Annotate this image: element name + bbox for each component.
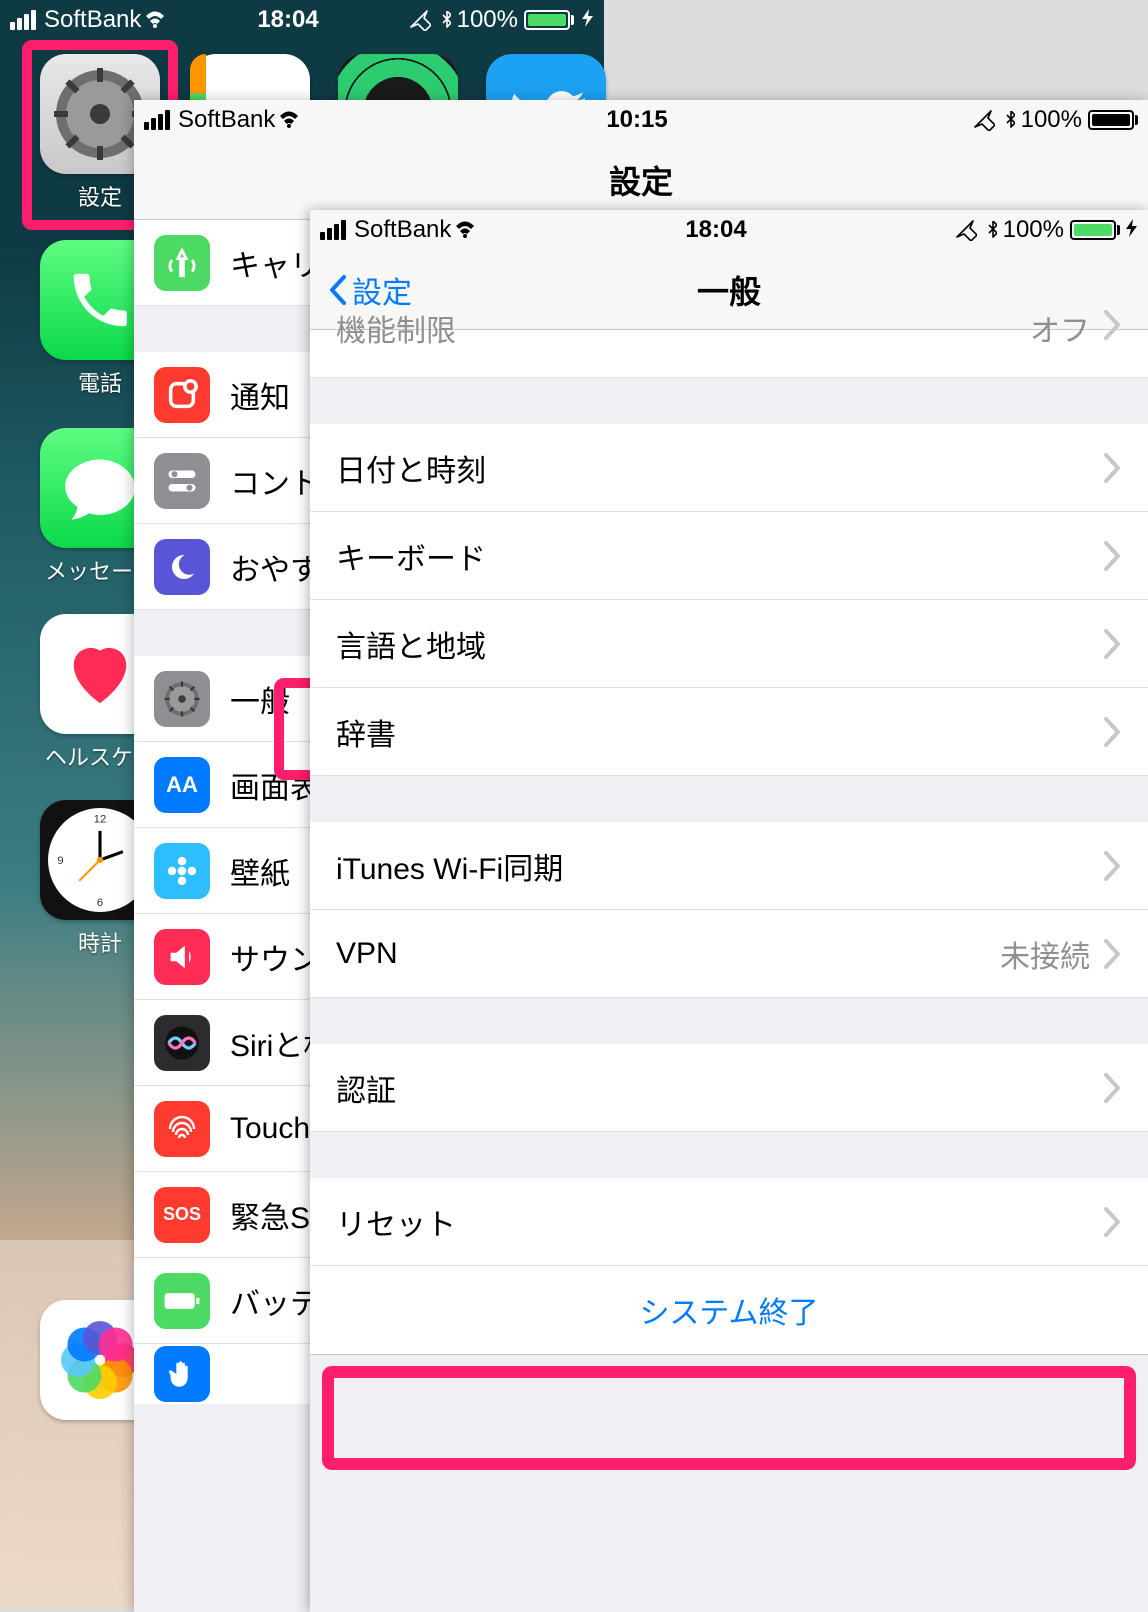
- speech-bubble-icon: [62, 453, 138, 523]
- gear-icon: [154, 671, 210, 727]
- text-size-icon: AA: [154, 757, 210, 813]
- cell-label: サウン: [230, 935, 320, 979]
- wifi-icon: [455, 220, 477, 240]
- row-regulatory[interactable]: 認証: [310, 1044, 1148, 1132]
- status-bar: SoftBank 10:15 100%: [134, 100, 1148, 140]
- carrier-label: SoftBank: [178, 106, 275, 134]
- back-chevron-icon: [328, 275, 348, 305]
- cell-label: コント: [230, 459, 320, 503]
- svg-text:12: 12: [94, 814, 107, 826]
- battery-pct: 100%: [1003, 216, 1064, 244]
- location-arrow-icon: [409, 9, 431, 31]
- flower-icon: [154, 843, 210, 899]
- svg-text:9: 9: [57, 855, 63, 867]
- heart-icon: [65, 642, 135, 706]
- nav-title: 一般: [697, 267, 761, 313]
- row-label: リセット: [336, 1200, 456, 1244]
- row-value: 未接続: [1000, 932, 1090, 976]
- photos-flower-icon: [60, 1320, 140, 1400]
- row-itunes-sync[interactable]: iTunes Wi-Fi同期: [310, 822, 1148, 910]
- bluetooth-icon: [1001, 111, 1015, 129]
- battery-cell-icon: [154, 1273, 210, 1329]
- speaker-icon: [154, 929, 210, 985]
- cell-label: バッテ: [230, 1279, 320, 1323]
- fingerprint-icon: [154, 1101, 210, 1157]
- back-label: 設定: [352, 268, 412, 312]
- row-label: 認証: [336, 1066, 396, 1110]
- hand-icon: [154, 1346, 210, 1402]
- sos-icon: SOS: [154, 1187, 210, 1243]
- row-vpn[interactable]: VPN 未接続: [310, 910, 1148, 998]
- charging-bolt-icon: [1126, 216, 1138, 244]
- row-reset[interactable]: リセット: [310, 1178, 1148, 1266]
- chevron-right-icon: [1104, 310, 1122, 340]
- cell-label: Touch: [230, 1112, 310, 1146]
- wifi-icon: [279, 110, 301, 130]
- status-bar: SoftBank 18:04 100%: [310, 210, 1148, 250]
- battery-icon: [1088, 110, 1138, 130]
- row-keyboard[interactable]: キーボード: [310, 512, 1148, 600]
- location-arrow-icon: [955, 219, 977, 241]
- chevron-right-icon: [1104, 851, 1122, 881]
- notifications-icon: [154, 367, 210, 423]
- nav-title: 設定: [134, 140, 1148, 220]
- row-label: 日付と時刻: [336, 446, 486, 490]
- clock-label: 18:04: [257, 6, 318, 34]
- cell-label: 画面表: [230, 763, 320, 807]
- chevron-right-icon: [1104, 717, 1122, 747]
- row-dictionary[interactable]: 辞書: [310, 688, 1148, 776]
- cell-label: 壁紙: [230, 849, 290, 893]
- carrier-label: SoftBank: [354, 216, 451, 244]
- battery-icon: [524, 10, 574, 30]
- signal-icon: [10, 10, 36, 30]
- general-screen: SoftBank 18:04 100% 設定 一般 機能制限 オフ 日付と時刻 …: [310, 210, 1148, 1612]
- svg-text:6: 6: [97, 897, 103, 909]
- row-shutdown[interactable]: システム終了: [310, 1266, 1148, 1354]
- siri-icon: [154, 1015, 210, 1071]
- toggles-icon: [154, 453, 210, 509]
- row-label: 辞書: [336, 710, 396, 754]
- cell-label: 通知: [230, 373, 290, 417]
- row-restrictions[interactable]: 機能制限 オフ: [310, 330, 1148, 378]
- battery-icon: [1070, 220, 1120, 240]
- row-language[interactable]: 言語と地域: [310, 600, 1148, 688]
- chevron-right-icon: [1104, 939, 1122, 969]
- location-arrow-icon: [973, 109, 995, 131]
- row-label: システム終了: [639, 1288, 818, 1332]
- row-label: 機能制限: [336, 306, 456, 350]
- carrier-label: SoftBank: [44, 6, 141, 34]
- cell-label: 一般: [230, 677, 290, 721]
- chevron-right-icon: [1104, 453, 1122, 483]
- wifi-icon: [145, 10, 167, 30]
- cell-label: キャリ: [230, 241, 320, 285]
- row-label: VPN: [336, 937, 398, 971]
- row-value: オフ: [1030, 306, 1090, 350]
- row-label: 言語と地域: [336, 622, 486, 666]
- row-datetime[interactable]: 日付と時刻: [310, 424, 1148, 512]
- antenna-icon: [154, 235, 210, 291]
- row-label: キーボード: [336, 534, 486, 578]
- chevron-right-icon: [1104, 541, 1122, 571]
- cell-label: おやす: [230, 545, 320, 589]
- row-label: iTunes Wi-Fi同期: [336, 844, 563, 888]
- clock-label: 18:04: [685, 216, 746, 244]
- signal-icon: [320, 220, 346, 240]
- chevron-right-icon: [1104, 1073, 1122, 1103]
- status-bar: SoftBank 18:04 100%: [0, 0, 604, 40]
- bluetooth-icon: [437, 11, 451, 29]
- signal-icon: [144, 110, 170, 130]
- battery-pct: 100%: [457, 6, 518, 34]
- clock-label: 10:15: [606, 106, 667, 134]
- chevron-right-icon: [1104, 629, 1122, 659]
- phone-handset-icon: [65, 265, 135, 335]
- moon-icon: [154, 539, 210, 595]
- bluetooth-icon: [983, 221, 997, 239]
- chevron-right-icon: [1104, 1207, 1122, 1237]
- battery-pct: 100%: [1021, 106, 1082, 134]
- charging-bolt-icon: [582, 6, 594, 34]
